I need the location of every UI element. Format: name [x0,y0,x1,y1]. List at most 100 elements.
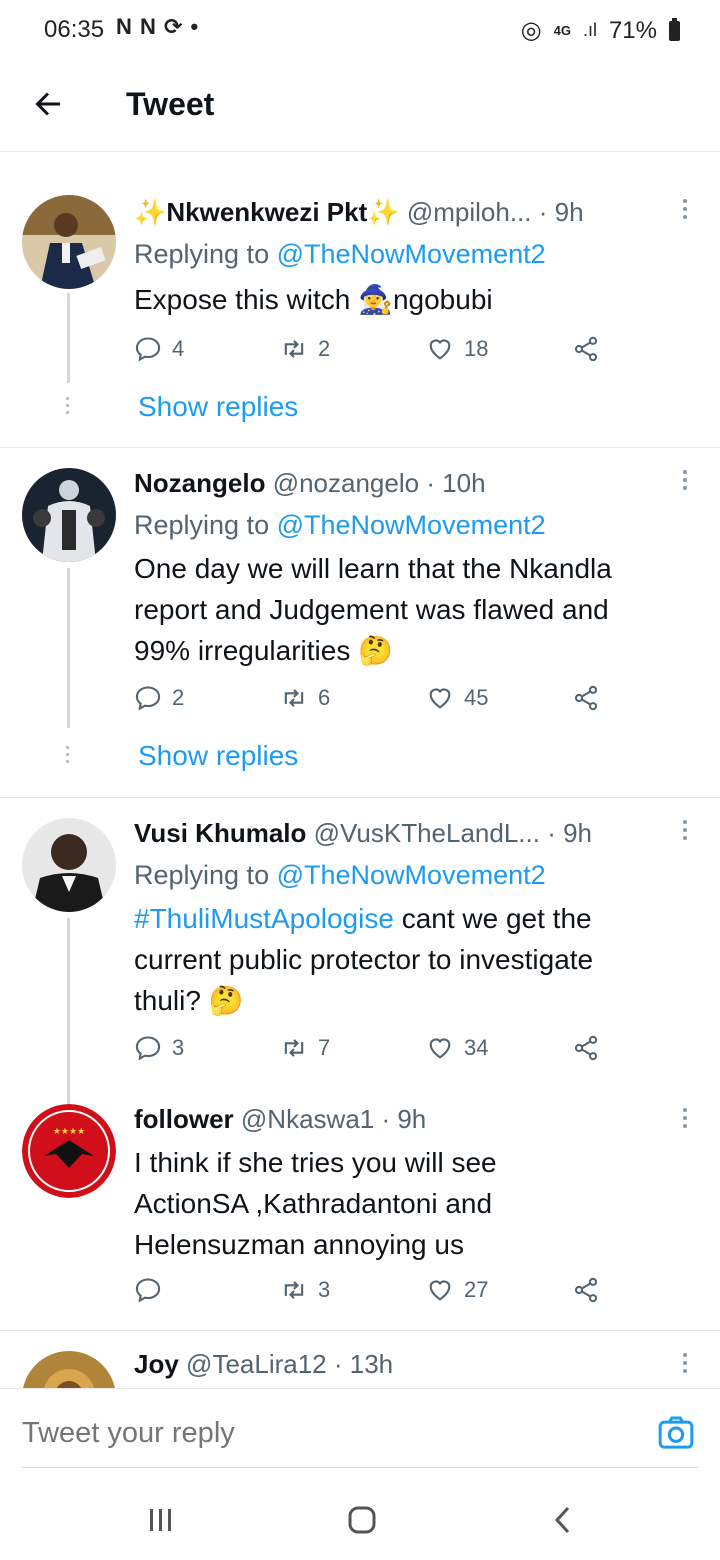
like-count: 27 [464,1277,489,1302]
reply-icon [135,686,161,711]
battery-level: 71% [608,16,657,44]
replying-to: Replying to @TheNowMovement2 [134,510,546,540]
avatar[interactable] [22,818,116,912]
share-icon [574,336,598,362]
like-button[interactable]: 34 [426,1034,488,1062]
reply-button[interactable]: 3 [134,1034,184,1062]
retweet-count: 3 [318,1277,331,1302]
thread-line [67,293,70,383]
display-name[interactable]: Nozangelo [134,468,265,498]
retweet-button[interactable]: 3 [280,1276,330,1304]
like-button[interactable]: 18 [426,335,488,363]
display-name[interactable]: ✨Nkwenkwezi Pkt✨ [134,197,400,227]
tweet-meta: Vusi Khumalo @VusKTheLandL... · 9h [134,818,592,849]
retweet-count: 2 [318,336,331,361]
share-button[interactable] [572,335,600,363]
thread-line [67,568,70,728]
reply-input[interactable] [22,1417,602,1450]
tweet-5[interactable]: Joy @TeaLira12 · 13h [0,1331,720,1388]
more-icon[interactable] [680,1353,690,1377]
handle[interactable]: @TeaLira12 [186,1349,327,1379]
display-name[interactable]: follower [134,1104,234,1134]
display-name[interactable]: Joy [134,1349,179,1379]
hashtag-link[interactable]: #ThuliMustApologise [134,903,394,934]
tweet-meta: ✨Nkwenkwezi Pkt✨ @mpiloh... · 9h [134,197,584,228]
timestamp: · 10h [426,468,486,498]
tweet-text: I think if she tries you will see Action… [134,1147,497,1260]
more-icon[interactable] [680,470,690,494]
thread-dots [66,397,70,418]
more-icon[interactable] [680,1108,690,1132]
share-icon [574,1035,598,1061]
mention-link[interactable]: @TheNowMovement2 [277,860,546,890]
timestamp: · 9h [538,197,584,227]
tweet-3[interactable]: Vusi Khumalo @VusKTheLandL... · 9h Reply… [0,798,720,1108]
reply-count: 3 [172,1035,185,1060]
reply-underline [22,1467,698,1468]
tweet-meta: Joy @TeaLira12 · 13h [134,1349,393,1380]
reply-composer [0,1388,720,1478]
share-button[interactable] [572,1034,600,1062]
reply-button[interactable]: 2 [134,684,184,712]
home-icon[interactable] [342,1500,382,1540]
like-button[interactable]: 45 [426,684,488,712]
share-icon [574,1277,598,1303]
avatar[interactable] [22,195,116,289]
tweet-actions: 2 6 45 [134,684,634,720]
retweet-icon [284,340,304,358]
handle[interactable]: @nozangelo [273,468,419,498]
like-button[interactable]: 27 [426,1276,488,1304]
retweet-icon [284,1281,304,1299]
mention-link[interactable]: @TheNowMovement2 [277,510,546,540]
thread-dots [66,746,70,767]
display-name[interactable]: Vusi Khumalo [134,818,306,848]
like-icon [429,339,451,360]
retweet-button[interactable]: 6 [280,684,330,712]
recent-apps-icon[interactable] [140,1500,180,1540]
more-icon[interactable] [680,199,690,223]
back-icon[interactable] [544,1500,584,1540]
replying-to: Replying to @TheNowMovement2 [134,239,546,269]
signal-icon: .ıl [582,20,597,40]
camera-icon[interactable] [656,1413,696,1453]
reply-button[interactable]: 4 [134,335,184,363]
share-button[interactable] [572,1276,600,1304]
notification-icons: N N ⟳ • [116,14,200,39]
tweet-text: One day we will learn that the Nkandla r… [134,553,612,666]
reply-button[interactable] [134,1276,172,1304]
timestamp: · 9h [547,818,593,848]
reply-icon [135,1278,161,1303]
retweet-icon [284,689,304,707]
retweet-icon [284,1039,304,1057]
retweet-count: 6 [318,685,331,710]
tweet-2[interactable]: Nozangelo @nozangelo · 10h Replying to @… [0,448,720,797]
tweet-actions: 3 7 34 [134,1034,634,1070]
more-icon[interactable] [680,820,690,844]
avatar[interactable] [22,1351,116,1388]
system-nav-bar [0,1478,720,1560]
show-replies-link[interactable]: Show replies [138,740,298,772]
handle[interactable]: @Nkaswa1 [241,1104,374,1134]
avatar[interactable]: ★★★★ [22,1104,116,1198]
mention-link[interactable]: @TheNowMovement2 [277,239,546,269]
avatar[interactable] [22,468,116,562]
share-button[interactable] [572,684,600,712]
like-icon [429,688,451,709]
like-count: 34 [464,1035,489,1060]
timestamp: · 9h [381,1104,427,1134]
reply-count: 2 [172,685,185,710]
share-icon [574,685,598,711]
like-count: 18 [464,336,489,361]
network-type: 4G [553,23,571,38]
handle[interactable]: @mpiloh... [407,197,532,227]
reply-count: 4 [172,336,185,361]
tweet-4[interactable]: ★★★★ follower @Nkaswa1 · 9h I think if s… [0,1088,720,1330]
show-replies-link[interactable]: Show replies [138,391,298,423]
retweet-button[interactable]: 2 [280,335,330,363]
handle[interactable]: @VusKTheLandL... [314,818,540,848]
back-arrow-icon[interactable] [30,86,70,126]
retweet-count: 7 [318,1035,331,1060]
tweet-1[interactable]: ✨Nkwenkwezi Pkt✨ @mpiloh... · 9h Replyin… [0,153,720,447]
retweet-button[interactable]: 7 [280,1034,330,1062]
like-icon [429,1038,451,1059]
